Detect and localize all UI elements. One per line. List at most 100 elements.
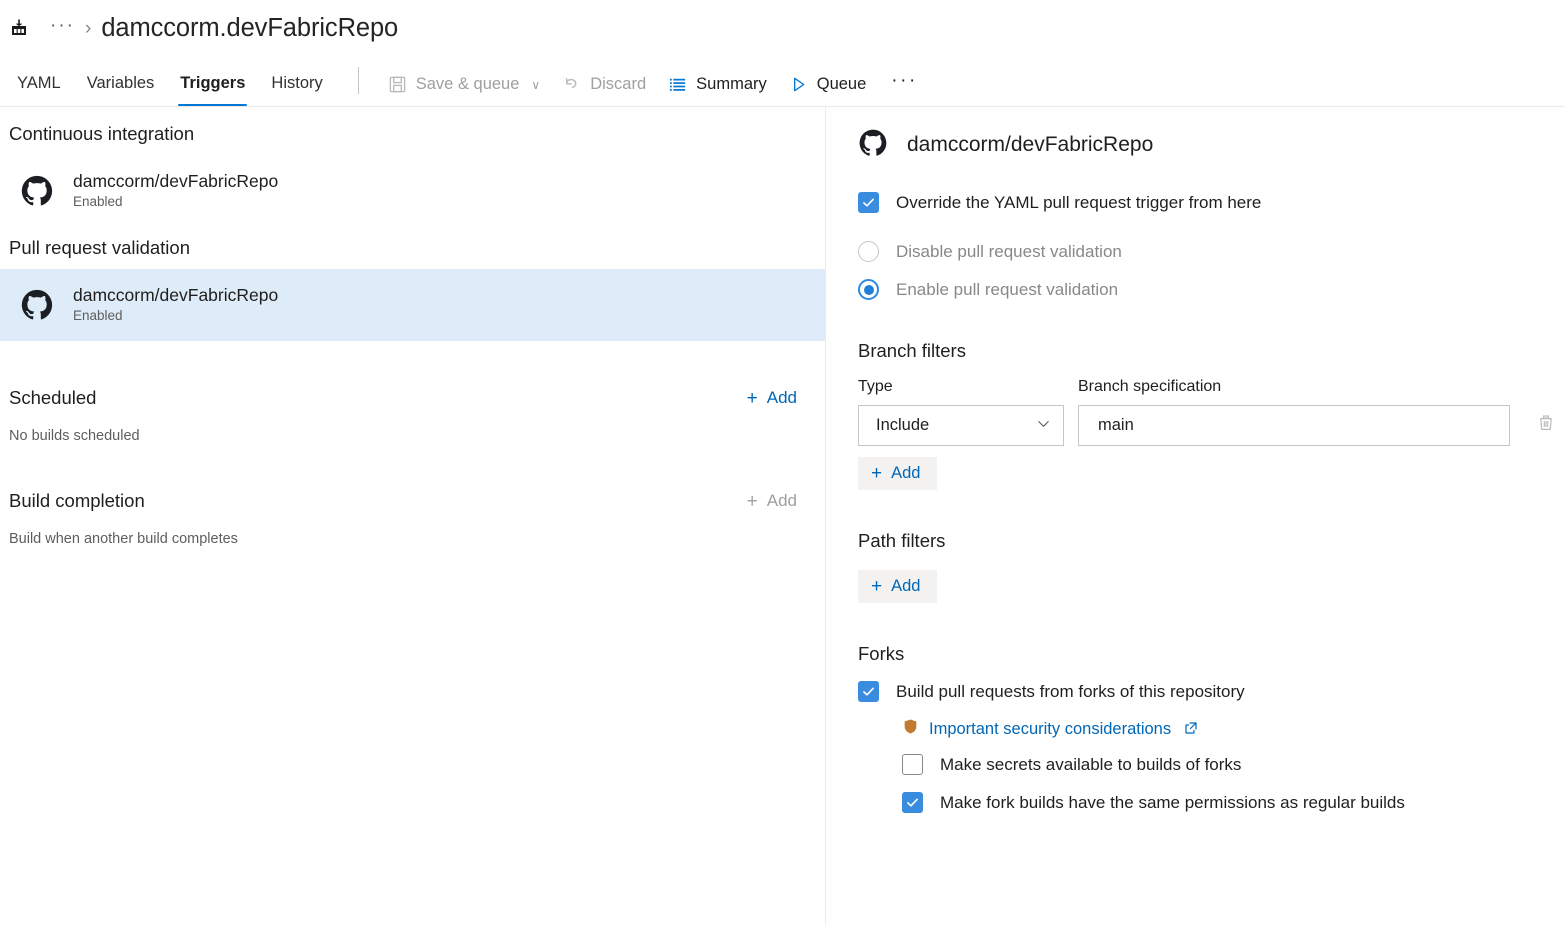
add-path-filter-button[interactable]: + Add: [858, 570, 937, 603]
tab-list: YAML Variables Triggers History: [8, 56, 340, 106]
build-completion-header: Build completion + Add: [0, 480, 825, 522]
summary-label: Summary: [696, 75, 767, 94]
build-forks-checkbox[interactable]: [858, 681, 879, 702]
github-icon: [20, 174, 54, 208]
trigger-text-group: damccorm/devFabricRepo Enabled: [73, 285, 278, 324]
scheduled-add-button[interactable]: + Add: [747, 388, 797, 408]
forks-title: Forks: [858, 643, 1565, 665]
tab-yaml[interactable]: YAML: [8, 74, 70, 106]
override-yaml-trigger-label: Override the YAML pull request trigger f…: [896, 193, 1261, 213]
trash-icon: [1536, 413, 1556, 438]
security-considerations-link[interactable]: Important security considerations: [929, 720, 1171, 739]
triggers-list-pane: Continuous integration damccorm/devFabri…: [0, 107, 826, 925]
tab-variables[interactable]: Variables: [78, 74, 164, 106]
make-secrets-available-checkbox[interactable]: [902, 754, 923, 775]
breadcrumb-overflow-button[interactable]: ···: [44, 16, 81, 35]
disable-pr-validation-radio[interactable]: [858, 241, 879, 262]
continuous-integration-title: Continuous integration: [9, 123, 194, 145]
tab-yaml-label: YAML: [17, 74, 61, 92]
path-filters-title: Path filters: [858, 530, 1565, 552]
queue-label: Queue: [817, 75, 867, 94]
save-and-queue-button[interactable]: Save & queue ∨: [377, 73, 551, 96]
discard-button[interactable]: Discard: [551, 73, 657, 96]
plus-icon: +: [871, 464, 882, 483]
toolbar-divider: [358, 67, 359, 94]
external-link-icon: [1184, 721, 1198, 738]
add-path-filter-label: Add: [891, 577, 920, 596]
branch-filter-type-select[interactable]: Include: [858, 405, 1064, 446]
scheduled-add-label: Add: [767, 388, 797, 408]
trigger-state: Enabled: [73, 308, 278, 324]
spacer: [0, 444, 825, 480]
content-area: Continuous integration damccorm/devFabri…: [0, 107, 1565, 925]
breadcrumb-chevron-icon: ›: [81, 19, 101, 38]
branch-specification-label: Branch specification: [1078, 378, 1510, 396]
build-completion-add-button[interactable]: + Add: [747, 491, 797, 511]
summary-button[interactable]: Summary: [657, 73, 778, 96]
check-icon: [862, 196, 875, 209]
enable-pr-validation-radio[interactable]: [858, 279, 879, 300]
queue-button[interactable]: Queue: [778, 73, 878, 96]
details-header: damccorm/devFabricRepo: [858, 128, 1565, 162]
fork-permissions-label: Make fork builds have the same permissio…: [940, 793, 1405, 813]
plus-icon: +: [747, 389, 758, 408]
scheduled-title: Scheduled: [9, 387, 96, 409]
save-icon: [388, 75, 407, 94]
branch-filter-type-label: Type: [858, 378, 1064, 396]
build-completion-title: Build completion: [9, 490, 145, 512]
more-actions-button[interactable]: ···: [877, 71, 929, 96]
check-icon: [862, 685, 875, 698]
pipeline-icon: [8, 17, 30, 39]
make-secrets-available-checkbox-row[interactable]: Make secrets available to builds of fork…: [902, 754, 1565, 775]
enable-pr-validation-label: Enable pull request validation: [896, 280, 1118, 300]
github-icon: [858, 128, 892, 162]
build-forks-checkbox-row[interactable]: Build pull requests from forks of this r…: [858, 681, 1565, 702]
trigger-details-pane: damccorm/devFabricRepo Override the YAML…: [826, 107, 1565, 925]
trigger-text-group: damccorm/devFabricRepo Enabled: [73, 171, 278, 210]
pull-request-validation-title: Pull request validation: [9, 237, 190, 259]
summary-list-icon: [668, 75, 687, 94]
build-forks-label: Build pull requests from forks of this r…: [896, 682, 1245, 702]
override-yaml-trigger-checkbox-row[interactable]: Override the YAML pull request trigger f…: [858, 192, 1565, 213]
add-branch-filter-label: Add: [891, 464, 920, 483]
shield-icon: [902, 718, 919, 740]
save-and-queue-label: Save & queue: [416, 75, 520, 94]
tab-history[interactable]: History: [262, 74, 331, 106]
branch-specification-input[interactable]: [1078, 405, 1510, 446]
tab-triggers-label: Triggers: [180, 74, 245, 92]
tab-variables-label: Variables: [87, 74, 155, 92]
page-title: damccorm.devFabricRepo: [101, 14, 398, 43]
details-repo-title: damccorm/devFabricRepo: [907, 133, 1153, 157]
scheduled-header: Scheduled + Add: [0, 377, 825, 419]
branch-specification-column: Branch specification: [1078, 378, 1510, 446]
trigger-state: Enabled: [73, 194, 278, 210]
tab-triggers[interactable]: Triggers: [171, 74, 254, 106]
radio-dot-icon: [864, 285, 874, 295]
fork-permissions-checkbox-row[interactable]: Make fork builds have the same permissio…: [902, 792, 1565, 813]
trigger-row-pull-request-validation[interactable]: damccorm/devFabricRepo Enabled: [0, 269, 825, 341]
plus-icon: +: [871, 577, 882, 596]
branch-filter-type-column: Type Include: [858, 378, 1064, 446]
fork-permissions-checkbox[interactable]: [902, 792, 923, 813]
make-secrets-available-label: Make secrets available to builds of fork…: [940, 755, 1241, 775]
add-branch-filter-button[interactable]: + Add: [858, 457, 937, 490]
chevron-down-icon: [1036, 416, 1051, 436]
delete-branch-filter-button[interactable]: [1530, 405, 1562, 446]
override-yaml-trigger-checkbox[interactable]: [858, 192, 879, 213]
play-triangle-icon: [789, 75, 808, 94]
github-icon: [20, 288, 54, 322]
chevron-down-icon[interactable]: ∨: [531, 78, 540, 92]
trigger-name: damccorm/devFabricRepo: [73, 171, 278, 192]
undo-icon: [562, 75, 581, 94]
build-completion-add-label: Add: [767, 491, 797, 511]
branch-filter-type-value: Include: [876, 416, 929, 435]
disable-pr-validation-radio-row[interactable]: Disable pull request validation: [858, 241, 1565, 262]
trigger-row-continuous-integration[interactable]: damccorm/devFabricRepo Enabled: [0, 155, 825, 227]
trigger-name: damccorm/devFabricRepo: [73, 285, 278, 306]
tab-history-label: History: [271, 74, 322, 92]
breadcrumb: ··· › damccorm.devFabricRepo: [0, 0, 1565, 56]
discard-label: Discard: [590, 75, 646, 94]
check-icon: [906, 796, 919, 809]
enable-pr-validation-radio-row[interactable]: Enable pull request validation: [858, 279, 1565, 300]
branch-filter-row: Type Include Branch specification: [858, 378, 1565, 446]
